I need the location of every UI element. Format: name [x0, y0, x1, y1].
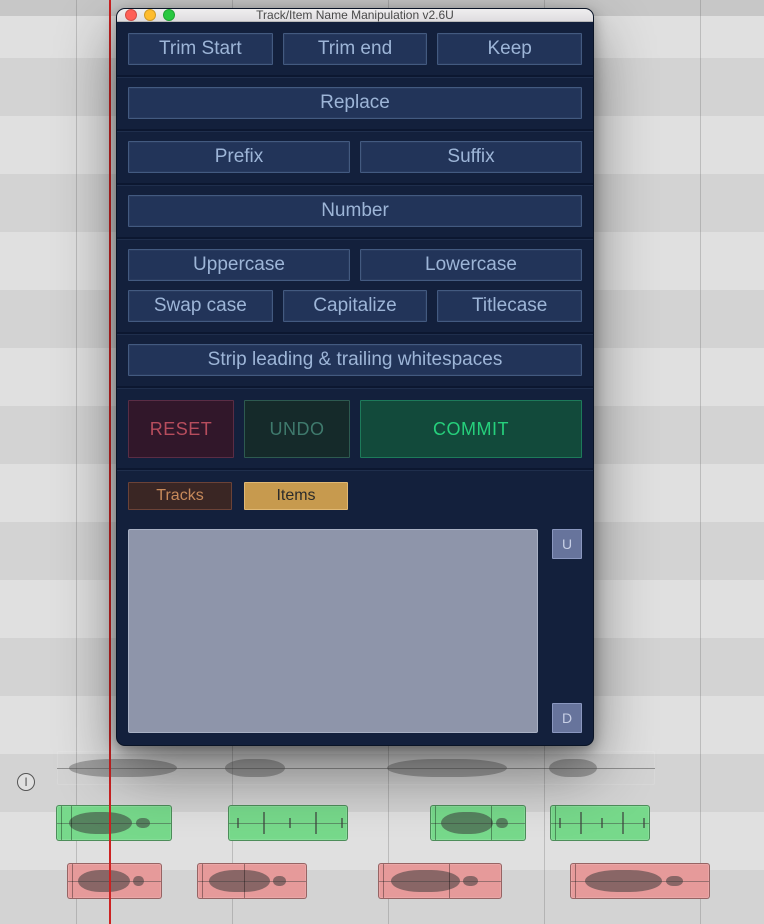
number-button[interactable]: Number: [128, 195, 582, 227]
item-edge[interactable]: [555, 806, 556, 840]
divider: [117, 386, 593, 388]
divider: [117, 75, 593, 77]
move-up-button[interactable]: U: [552, 529, 582, 559]
prefix-button[interactable]: Prefix: [128, 141, 350, 173]
items-toggle[interactable]: Items: [244, 482, 348, 510]
media-item[interactable]: 18-Desktop mic-1708: [197, 863, 307, 899]
divider: [117, 183, 593, 185]
media-item[interactable]: 18-Ahh-170822_1505-0: [56, 805, 172, 841]
item-edge[interactable]: [435, 806, 436, 840]
waveform-icon: [379, 864, 501, 898]
media-item[interactable]: 18-Kick-170822_15: [550, 805, 650, 841]
item-edge[interactable]: [244, 864, 245, 898]
item-edge[interactable]: [449, 864, 450, 898]
waveform-icon: [68, 864, 161, 898]
waveform-icon: [57, 806, 171, 840]
waveform-icon: [571, 864, 709, 898]
strip-whitespace-button[interactable]: Strip leading & trailing whitespaces: [128, 344, 582, 376]
keep-button[interactable]: Keep: [437, 33, 582, 65]
suffix-button[interactable]: Suffix: [360, 141, 582, 173]
media-item[interactable]: 18-Kick-170822_1505-0: [228, 805, 348, 841]
media-item[interactable]: 18-Desktop mic-170822_15: [570, 863, 710, 899]
capitalize-button[interactable]: Capitalize: [283, 290, 428, 322]
divider: [117, 332, 593, 334]
titlecase-button[interactable]: Titlecase: [437, 290, 582, 322]
uppercase-button[interactable]: Uppercase: [128, 249, 350, 281]
swapcase-button[interactable]: Swap case: [128, 290, 273, 322]
trim-start-button[interactable]: Trim Start: [128, 33, 273, 65]
waveform-icon: [551, 806, 649, 840]
waveform-icon: [431, 806, 525, 840]
media-item[interactable]: 18-Ahh-170822_150: [67, 863, 162, 899]
media-item[interactable]: 18-Desktop mic-170822_: [378, 863, 502, 899]
item-edge[interactable]: [202, 864, 203, 898]
trim-end-button[interactable]: Trim end: [283, 33, 428, 65]
divider: [117, 468, 593, 470]
minimize-icon[interactable]: [144, 9, 156, 21]
item-edge[interactable]: [72, 864, 73, 898]
window-title: Track/Item Name Manipulation v2.6U: [117, 8, 593, 22]
media-item[interactable]: 18-Desktop mic-170: [430, 805, 526, 841]
waveform-icon: [229, 806, 347, 840]
move-down-button[interactable]: D: [552, 703, 582, 733]
item-edge[interactable]: [575, 864, 576, 898]
item-edge[interactable]: [71, 806, 72, 840]
close-icon[interactable]: [125, 9, 137, 21]
item-edge[interactable]: [61, 806, 62, 840]
commit-button[interactable]: COMMIT: [360, 400, 582, 458]
media-item[interactable]: [56, 750, 656, 786]
undo-button[interactable]: UNDO: [244, 400, 350, 458]
name-manipulation-window: Track/Item Name Manipulation v2.6U Trim …: [116, 8, 594, 746]
replace-button[interactable]: Replace: [128, 87, 582, 119]
lowercase-button[interactable]: Lowercase: [360, 249, 582, 281]
item-edge[interactable]: [491, 806, 492, 840]
maximize-icon[interactable]: [163, 9, 175, 21]
tracks-toggle[interactable]: Tracks: [128, 482, 232, 510]
titlebar[interactable]: Track/Item Name Manipulation v2.6U: [117, 9, 593, 22]
waveform-icon: [198, 864, 306, 898]
reset-button[interactable]: RESET: [128, 400, 234, 458]
playhead[interactable]: [109, 0, 111, 924]
waveform-icon: [57, 751, 655, 785]
divider: [117, 129, 593, 131]
text-cursor-icon: I: [17, 773, 35, 791]
grid-line: [700, 0, 701, 924]
item-edge[interactable]: [383, 864, 384, 898]
names-list[interactable]: [128, 529, 538, 733]
divider: [117, 237, 593, 239]
